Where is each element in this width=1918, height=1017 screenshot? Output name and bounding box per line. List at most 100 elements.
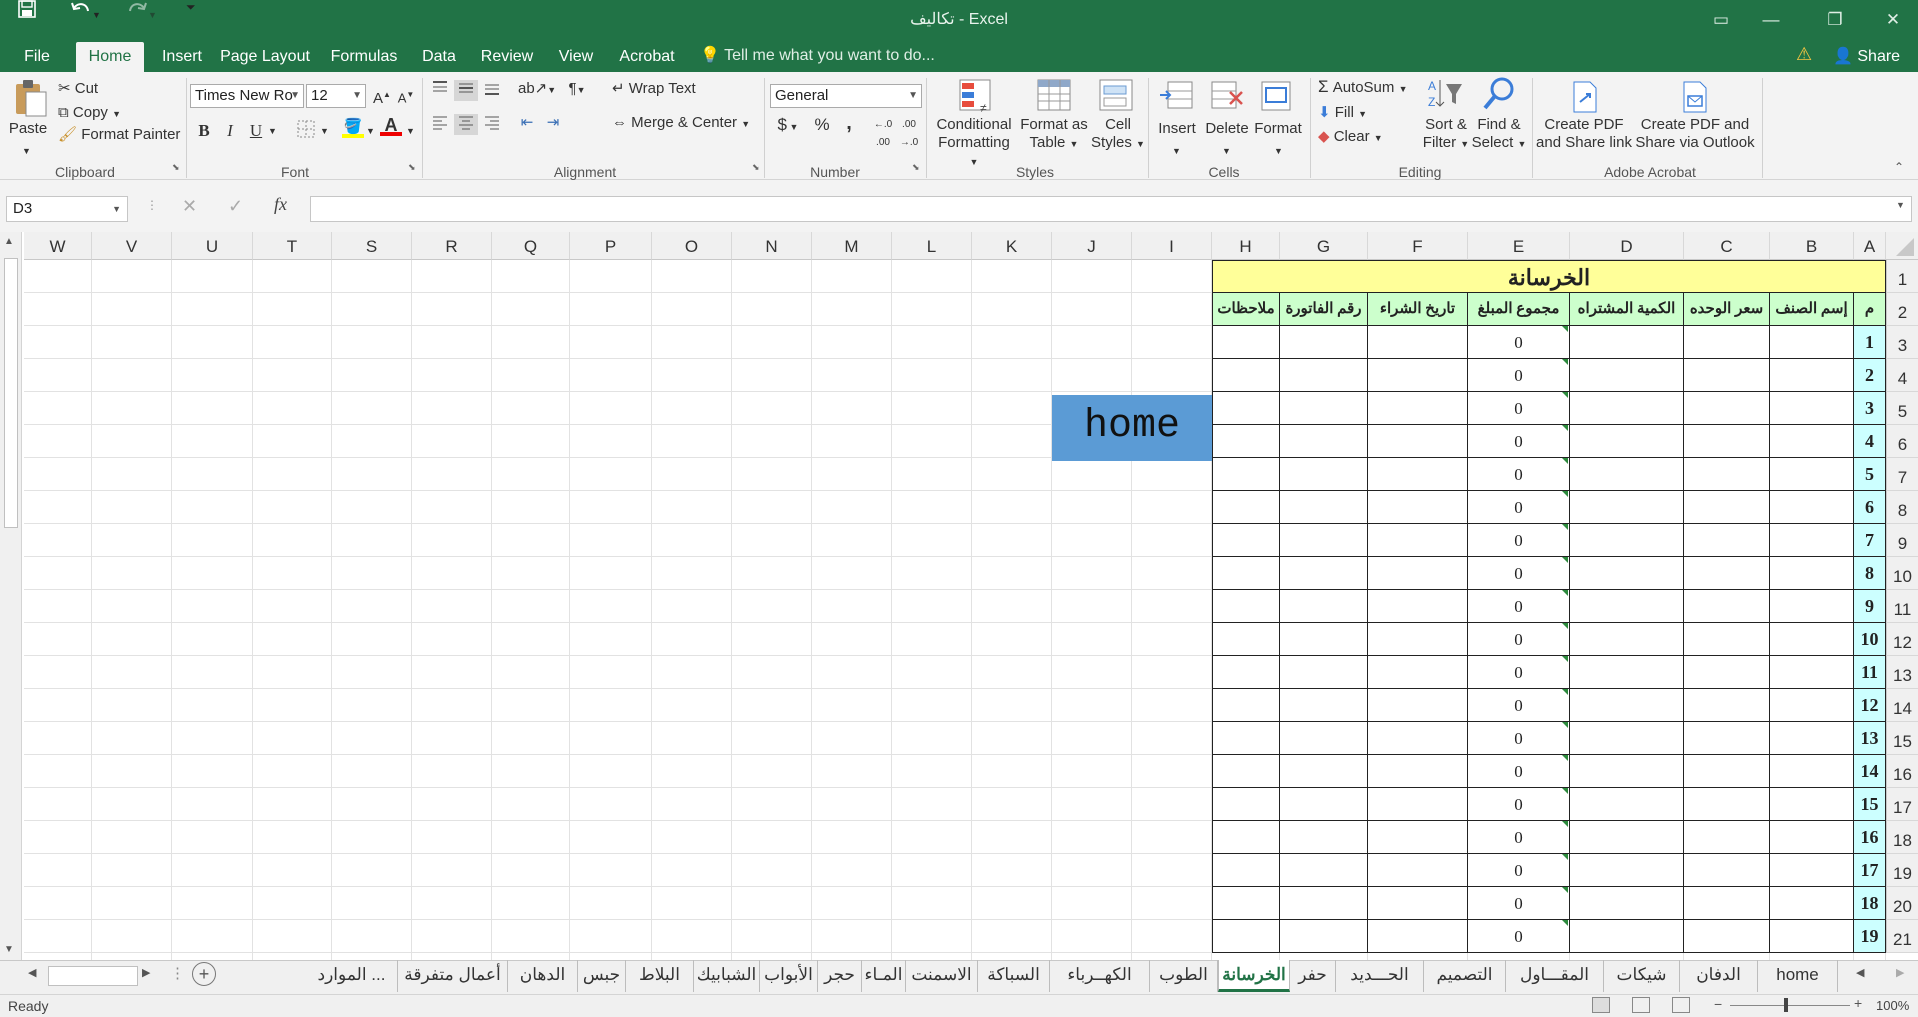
total-amount-cell[interactable]: 0 xyxy=(1468,524,1570,557)
table-cell[interactable] xyxy=(1212,326,1280,359)
table-cell[interactable] xyxy=(1280,920,1368,953)
share-button[interactable]: 👤 Share xyxy=(1833,44,1900,70)
table-cell[interactable] xyxy=(1770,557,1854,590)
total-amount-cell[interactable]: 0 xyxy=(1468,623,1570,656)
table-cell[interactable] xyxy=(1770,425,1854,458)
total-amount-cell[interactable]: 0 xyxy=(1468,326,1570,359)
row-header-16[interactable]: 16 xyxy=(1886,755,1918,788)
orientation-icon[interactable]: ab↗▼ xyxy=(518,80,556,99)
tab-review[interactable]: Review xyxy=(474,42,540,72)
total-amount-cell[interactable]: 0 xyxy=(1468,557,1570,590)
table-cell[interactable] xyxy=(1280,491,1368,524)
row-header-13[interactable]: 13 xyxy=(1886,656,1918,689)
table-cell[interactable] xyxy=(1368,755,1468,788)
table-cell[interactable] xyxy=(1684,656,1770,689)
column-header-q[interactable]: Q xyxy=(492,232,570,260)
table-cell[interactable] xyxy=(1368,392,1468,425)
sheet-tab[interactable]: الكهــرباء xyxy=(1050,960,1150,992)
align-center-icon[interactable] xyxy=(454,114,478,135)
table-cell[interactable] xyxy=(1280,557,1368,590)
column-header-u[interactable]: U xyxy=(172,232,253,260)
table-cell[interactable] xyxy=(1212,788,1280,821)
find-select-button[interactable]: Find & Select ▼ xyxy=(1470,98,1528,153)
tab-view[interactable]: View xyxy=(552,42,600,72)
table-cell[interactable] xyxy=(1368,821,1468,854)
customize-qat-icon[interactable]: ⏷ xyxy=(186,0,206,15)
table-cell[interactable] xyxy=(1368,524,1468,557)
table-cell[interactable] xyxy=(1280,689,1368,722)
table-cell[interactable] xyxy=(1570,326,1684,359)
table-cell[interactable] xyxy=(1770,590,1854,623)
row-header-2[interactable]: 2 xyxy=(1886,293,1918,326)
table-cell[interactable] xyxy=(1684,392,1770,425)
wrap-text-button[interactable]: ↵ Wrap Text xyxy=(612,80,696,98)
sheet-tab[interactable]: home xyxy=(1758,960,1838,992)
insert-cells-button[interactable]: Insert xyxy=(1154,120,1200,138)
tab-acrobat[interactable]: Acrobat xyxy=(612,42,682,72)
column-header-v[interactable]: V xyxy=(92,232,172,260)
tab-page-layout[interactable]: Page Layout xyxy=(218,42,312,72)
total-amount-cell[interactable]: 0 xyxy=(1468,458,1570,491)
confirm-entry-icon[interactable]: ✓ xyxy=(228,196,243,217)
table-cell[interactable] xyxy=(1684,491,1770,524)
column-header-d[interactable]: D xyxy=(1570,232,1684,260)
sheet-tab[interactable]: الحـــديد xyxy=(1336,960,1424,992)
number-launcher-icon[interactable]: ⬊ xyxy=(912,162,920,173)
row-number-cell[interactable]: 8 xyxy=(1854,557,1886,590)
insert-cells-icon[interactable] xyxy=(1158,78,1196,118)
decrease-font-icon[interactable]: A▼ xyxy=(396,86,416,107)
paste-button[interactable]: Paste xyxy=(8,120,48,138)
row-header-17[interactable]: 17 xyxy=(1886,788,1918,821)
format-as-table-button[interactable]: Format as Table ▼ xyxy=(1018,116,1090,153)
sheet-tab[interactable]: الشبابيك xyxy=(694,960,760,992)
table-cell[interactable] xyxy=(1770,491,1854,524)
table-cell[interactable] xyxy=(1280,359,1368,392)
fill-color-dropdown-icon[interactable]: ▼ xyxy=(366,122,375,140)
scroll-down-icon[interactable]: ▼ xyxy=(4,944,14,955)
table-cell[interactable] xyxy=(1368,326,1468,359)
increase-decimal-icon[interactable]: ←.0.00 xyxy=(872,116,894,152)
column-header-s[interactable]: S xyxy=(332,232,412,260)
table-cell[interactable] xyxy=(1212,557,1280,590)
font-family-select[interactable]: Times New Ro ▼ xyxy=(190,84,304,108)
table-cell[interactable] xyxy=(1570,788,1684,821)
table-cell[interactable] xyxy=(1684,359,1770,392)
total-amount-cell[interactable]: 0 xyxy=(1468,656,1570,689)
home-link-button[interactable]: home xyxy=(1052,395,1212,461)
row-header-4[interactable]: 4 xyxy=(1886,359,1918,392)
font-size-select[interactable]: 12 ▼ xyxy=(306,84,366,108)
table-cell[interactable] xyxy=(1280,326,1368,359)
table-cell[interactable] xyxy=(1770,359,1854,392)
table-cell[interactable] xyxy=(1570,755,1684,788)
table-cell[interactable] xyxy=(1684,590,1770,623)
align-left-icon[interactable] xyxy=(430,114,450,135)
table-cell[interactable] xyxy=(1570,689,1684,722)
row-number-cell[interactable]: 15 xyxy=(1854,788,1886,821)
sheet-tab[interactable]: الاسمنت xyxy=(906,960,978,992)
table-cell[interactable] xyxy=(1684,722,1770,755)
row-number-cell[interactable]: 12 xyxy=(1854,689,1886,722)
table-cell[interactable] xyxy=(1368,590,1468,623)
table-cell[interactable] xyxy=(1212,821,1280,854)
zoom-out-icon[interactable]: − xyxy=(1714,996,1722,1012)
table-cell[interactable] xyxy=(1770,392,1854,425)
table-cell[interactable] xyxy=(1570,425,1684,458)
table-cell[interactable] xyxy=(1368,887,1468,920)
table-cell[interactable] xyxy=(1770,821,1854,854)
table-cell[interactable] xyxy=(1368,722,1468,755)
table-cell[interactable] xyxy=(1770,920,1854,953)
cell-styles-button[interactable]: Cell Styles ▼ xyxy=(1090,116,1146,153)
tell-me-search[interactable]: 💡 Tell me what you want to do... xyxy=(700,42,935,70)
table-cell[interactable] xyxy=(1570,590,1684,623)
sheet-tab[interactable]: حجر xyxy=(818,960,862,992)
select-all-corner[interactable] xyxy=(1886,232,1918,260)
format-cells-icon[interactable] xyxy=(1258,78,1296,118)
table-cell[interactable] xyxy=(1770,656,1854,689)
table-cell[interactable] xyxy=(1368,854,1468,887)
format-cells-button[interactable]: Format xyxy=(1252,120,1304,138)
collapse-ribbon-icon[interactable]: ⌃ xyxy=(1894,160,1904,174)
tab-scroll-right-icon[interactable]: ▶ xyxy=(1896,966,1904,979)
table-cell[interactable] xyxy=(1770,755,1854,788)
tab-scroll-left-icon[interactable]: ◀ xyxy=(1856,966,1864,979)
total-amount-cell[interactable]: 0 xyxy=(1468,689,1570,722)
